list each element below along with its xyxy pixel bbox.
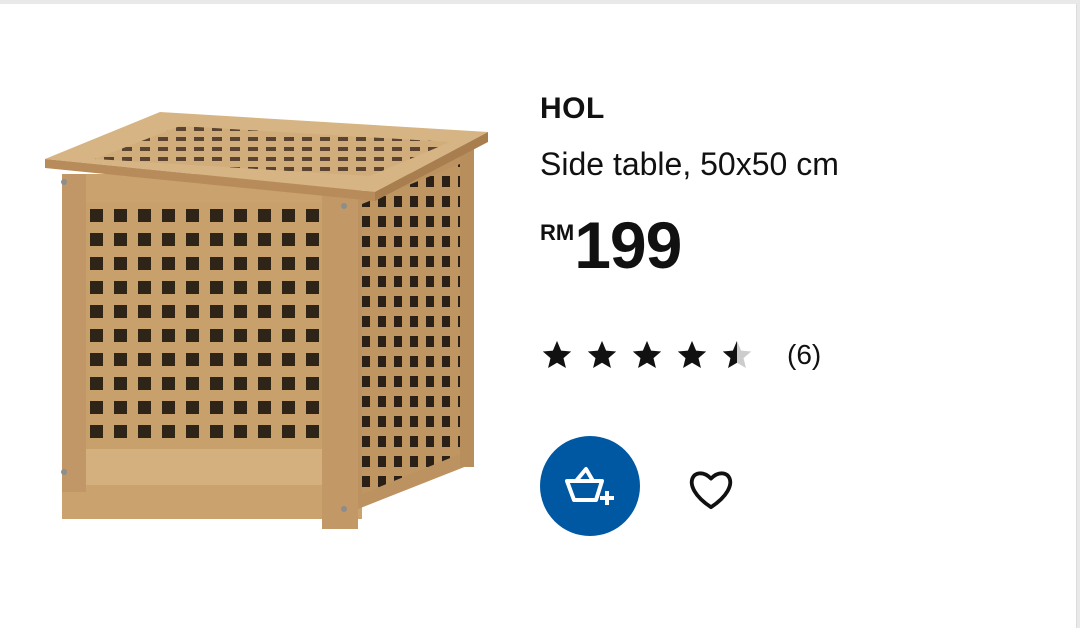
star-icon [587,340,617,369]
star-icon [632,340,662,369]
price-amount: 199 [574,208,682,282]
product-image[interactable] [40,104,495,534]
product-description: Side table, 50x50 cm [540,146,839,182]
price-currency: RM [540,220,575,245]
star-icon [542,340,572,369]
half-star-icon [722,340,752,369]
product-card: HOL Side table, 50x50 cm RM199 (6) [0,4,1077,628]
add-to-cart-button[interactable] [540,436,640,536]
product-price: RM199 [540,212,682,278]
favourite-button[interactable] [685,464,737,516]
rating[interactable]: (6) [540,338,821,372]
product-name[interactable]: HOL [540,92,605,126]
star-icon [677,340,707,369]
rating-count: (6) [787,339,822,370]
add-to-cart-icon [565,467,614,505]
heart-outline-icon [689,471,733,510]
